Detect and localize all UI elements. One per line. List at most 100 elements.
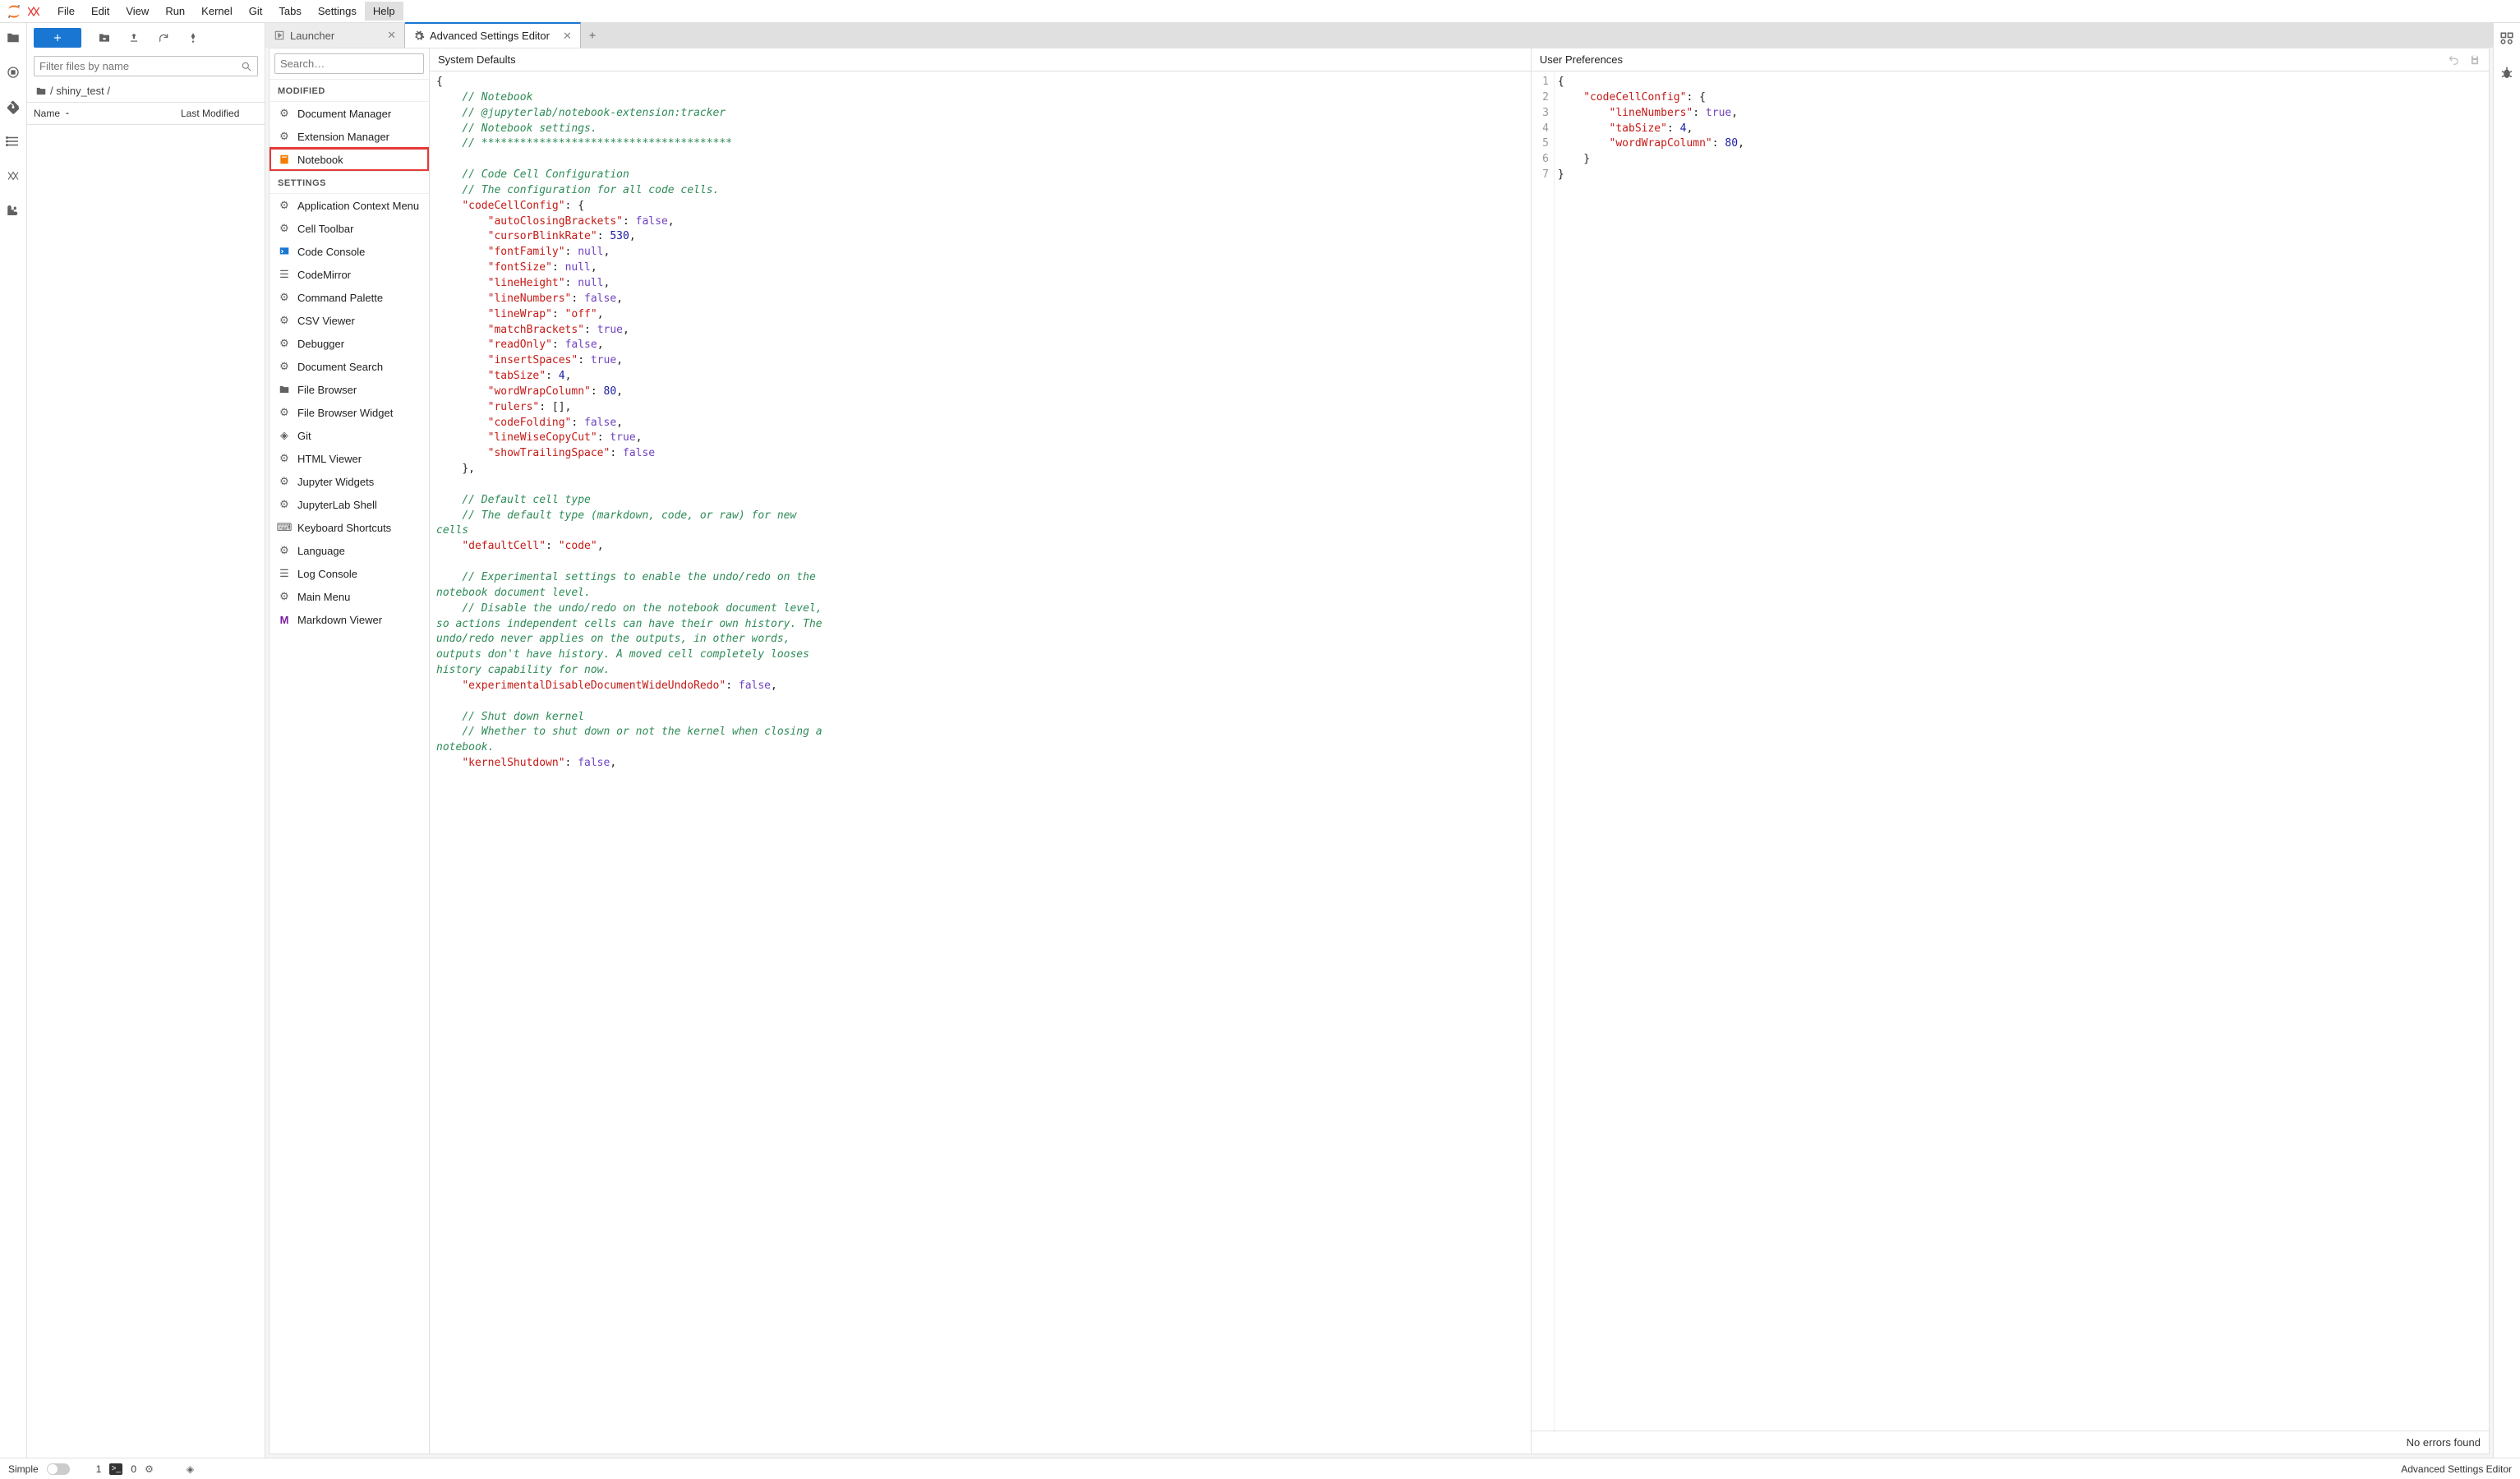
tab-bar: Launcher ✕ Advanced Settings Editor ✕ <box>265 23 2493 48</box>
item-label: Document Search <box>297 361 383 373</box>
sitem-file-browser-widget[interactable]: ⚙ File Browser Widget <box>270 401 429 424</box>
item-label: Debugger <box>297 338 344 350</box>
menu-kernel[interactable]: Kernel <box>193 2 241 21</box>
menu-tabs[interactable]: Tabs <box>270 2 309 21</box>
sitem-log-console[interactable]: ☰Log Console <box>270 562 429 585</box>
item-label: Document Manager <box>297 108 391 120</box>
sitem-extension-manager[interactable]: ⚙Extension Manager <box>270 125 429 148</box>
add-tab-button[interactable] <box>581 23 604 48</box>
sitem-html-viewer[interactable]: ⚙HTML Viewer <box>270 447 429 470</box>
terminal-icon[interactable]: >_ <box>109 1463 122 1475</box>
item-label: Command Palette <box>297 292 383 304</box>
sitem-document-search[interactable]: ⚙ Document Search <box>270 355 429 378</box>
menu-git[interactable]: Git <box>241 2 271 21</box>
menu-edit[interactable]: Edit <box>83 2 117 21</box>
folder-icon[interactable] <box>5 30 21 46</box>
sitem-debugger[interactable]: ⚙Debugger <box>270 332 429 355</box>
col-modified[interactable]: Last Modified <box>174 103 265 124</box>
new-launcher-button[interactable] <box>34 28 81 48</box>
tab-launcher[interactable]: Launcher ✕ <box>265 23 405 48</box>
debugger-icon[interactable] <box>2499 66 2514 81</box>
plus-icon <box>587 30 597 40</box>
extension-icon[interactable] <box>5 202 21 219</box>
tab-label: Launcher <box>290 30 334 42</box>
property-inspector-icon[interactable] <box>2499 31 2514 46</box>
sitem-git[interactable]: ◈Git <box>270 424 429 447</box>
git-icon[interactable] <box>5 99 21 115</box>
defaults-title: System Defaults <box>438 53 516 66</box>
menu-run[interactable]: Run <box>157 2 193 21</box>
running-icon[interactable] <box>5 64 21 81</box>
menu-view[interactable]: View <box>117 2 157 21</box>
settings-items: ⚙Application Context Menu ⚙Cell Toolbar … <box>270 194 429 1454</box>
defaults-header: System Defaults <box>430 48 1531 71</box>
item-label: Main Menu <box>297 591 350 603</box>
save-icon[interactable] <box>2469 54 2481 66</box>
sitem-file-browser[interactable]: File Browser <box>270 378 429 401</box>
gear-icon: ⚙ <box>278 452 291 465</box>
sitem-keyboard-shortcuts[interactable]: ⌨Keyboard Shortcuts <box>270 516 429 539</box>
sitem-notebook[interactable]: Notebook <box>270 148 429 171</box>
sitem-csv-viewer[interactable]: ⚙CSV Viewer <box>270 309 429 332</box>
sitem-document-manager[interactable]: ⚙Document Manager <box>270 102 429 125</box>
col-name[interactable]: Name <box>27 103 174 124</box>
item-label: File Browser Widget <box>297 407 393 419</box>
right-activity-bar <box>2493 23 2520 1458</box>
sitem-codemirror[interactable]: ☰CodeMirror <box>270 263 429 286</box>
git-status-icon[interactable]: ◈ <box>187 1463 194 1475</box>
sitem-app-context-menu[interactable]: ⚙Application Context Menu <box>270 194 429 217</box>
new-folder-icon[interactable] <box>98 31 111 44</box>
git-toggle-icon[interactable] <box>187 31 200 44</box>
sitem-markdown-viewer[interactable]: MMarkdown Viewer <box>270 608 429 631</box>
revert-icon[interactable] <box>2448 54 2459 66</box>
modified-items: ⚙Document Manager ⚙Extension Manager Not… <box>270 102 429 171</box>
file-filter[interactable] <box>34 56 258 76</box>
col-name-label: Name <box>34 108 60 119</box>
settings-search-input[interactable] <box>280 58 425 70</box>
folder-icon <box>278 383 291 396</box>
item-label: Cell Toolbar <box>297 223 353 235</box>
settings-editor: MODIFIED ⚙Document Manager ⚙Extension Ma… <box>269 48 2490 1454</box>
file-filter-input[interactable] <box>39 60 237 72</box>
sitem-language[interactable]: ⚙Language <box>270 539 429 562</box>
upload-icon[interactable] <box>127 31 141 44</box>
menu-file[interactable]: File <box>49 2 83 21</box>
sitem-code-console[interactable]: Code Console <box>270 240 429 263</box>
sort-up-icon <box>63 109 71 117</box>
item-label: JupyterLab Shell <box>297 499 377 511</box>
settings-search[interactable] <box>274 53 424 74</box>
gear-icon: ⚙ <box>278 406 291 419</box>
file-browser-panel: / shiny_test / Name Last Modified <box>27 23 265 1458</box>
sitem-cell-toolbar[interactable]: ⚙Cell Toolbar <box>270 217 429 240</box>
simple-toggle[interactable] <box>47 1463 70 1475</box>
item-label: Log Console <box>297 568 357 580</box>
sitem-jupyterlab-shell[interactable]: ⚙JupyterLab Shell <box>270 493 429 516</box>
file-browser-toolbar <box>27 23 265 53</box>
system-defaults-code[interactable]: { // Notebook // @jupyterlab/notebook-ex… <box>430 71 1531 1454</box>
gear-icon: ⚙ <box>278 199 291 212</box>
menu-settings[interactable]: Settings <box>310 2 365 21</box>
gear-icon: ⚙ <box>278 291 291 304</box>
refresh-icon[interactable] <box>157 31 170 44</box>
file-list-body <box>27 125 265 1458</box>
simple-label: Simple <box>8 1463 39 1475</box>
breadcrumb[interactable]: / shiny_test / <box>27 80 265 102</box>
line-gutter: 1234567 <box>1532 71 1555 1431</box>
sitem-command-palette[interactable]: ⚙ Command Palette <box>270 286 429 309</box>
item-label: Git <box>297 430 311 442</box>
close-icon[interactable]: ✕ <box>379 29 396 42</box>
toc-icon[interactable] <box>5 133 21 150</box>
jupyter-logo-icon <box>5 2 23 21</box>
sitem-main-menu[interactable]: ⚙Main Menu <box>270 585 429 608</box>
gear-icon[interactable]: ⚙ <box>145 1463 154 1475</box>
close-icon[interactable]: ✕ <box>555 30 572 43</box>
nbqa-icon[interactable] <box>5 168 21 184</box>
tab-advanced-settings[interactable]: Advanced Settings Editor ✕ <box>405 22 581 48</box>
gear-icon: ⚙ <box>278 360 291 373</box>
breadcrumb-text: / shiny_test / <box>50 85 110 97</box>
keyboard-icon: ⌨ <box>278 521 291 534</box>
dock-panel: Launcher ✕ Advanced Settings Editor ✕ MO… <box>265 23 2493 1458</box>
sitem-jupyter-widgets[interactable]: ⚙Jupyter Widgets <box>270 470 429 493</box>
user-code-editor[interactable]: 1234567 { "codeCellConfig": { "lineNumbe… <box>1532 71 2489 1431</box>
menu-help[interactable]: Help <box>365 2 403 21</box>
